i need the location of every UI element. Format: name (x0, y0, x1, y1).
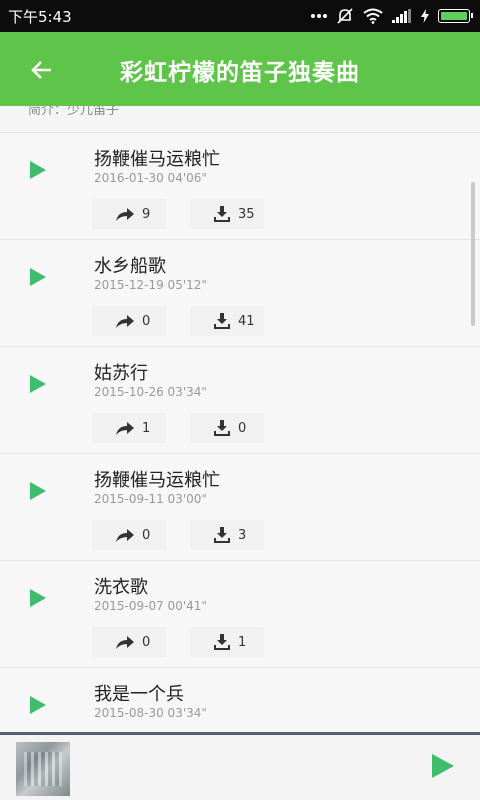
play-icon[interactable] (30, 268, 46, 286)
track-date: 2015-12-19 05'12" (94, 278, 207, 292)
play-icon[interactable] (30, 161, 46, 179)
track-title: 扬鞭催马运粮忙 (94, 470, 220, 491)
download-button[interactable]: 3 (190, 520, 264, 550)
share-count: 0 (142, 527, 151, 543)
track-date: 2015-09-11 03'00" (94, 492, 207, 506)
track-title: 扬鞭催马运粮忙 (94, 149, 220, 170)
battery-icon (438, 9, 473, 23)
track-row[interactable]: 水乡船歌 2015-12-19 05'12" 0 41 (0, 240, 480, 347)
track-title: 姑苏行 (94, 363, 148, 384)
status-bar: 下午5:43 (0, 0, 480, 32)
download-count: 41 (238, 313, 255, 329)
track-date: 2016-01-30 04'06" (94, 171, 207, 185)
download-icon (214, 206, 230, 222)
track-date: 2015-10-26 03'34" (94, 385, 207, 399)
play-icon[interactable] (30, 482, 46, 500)
track-row[interactable]: 扬鞭催马运粮忙 2016-01-30 04'06" 9 35 (0, 133, 480, 240)
share-count: 9 (142, 206, 151, 222)
track-row[interactable]: 姑苏行 2015-10-26 03'34" 1 0 (0, 347, 480, 454)
play-icon[interactable] (30, 375, 46, 393)
album-thumbnail[interactable] (16, 742, 70, 796)
download-button[interactable]: 35 (190, 199, 264, 229)
download-icon (214, 527, 230, 543)
charging-icon (421, 9, 429, 23)
share-button[interactable]: 0 (92, 306, 166, 336)
download-count: 3 (238, 527, 247, 543)
track-title: 水乡船歌 (94, 256, 166, 277)
track-title: 我是一个兵 (94, 684, 184, 705)
track-list[interactable]: 扬鞭催马运粮忙 2016-01-30 04'06" 9 35 水乡船歌 2015… (0, 133, 480, 775)
share-count: 0 (142, 634, 151, 650)
share-icon (116, 315, 134, 328)
app-bar: 彩虹柠檬的笛子独奏曲 (0, 32, 480, 106)
status-time: 下午5:43 (8, 8, 72, 26)
track-row[interactable]: 扬鞭催马运粮忙 2015-09-11 03'00" 0 3 (0, 454, 480, 561)
download-icon (214, 634, 230, 650)
intro-strip: 简介：少儿笛子 (0, 106, 480, 133)
download-button[interactable]: 0 (190, 413, 264, 443)
status-icons (311, 6, 473, 26)
track-date: 2015-08-30 03'34" (94, 706, 207, 720)
share-count: 1 (142, 420, 151, 436)
download-icon (214, 420, 230, 436)
share-icon (116, 529, 134, 542)
share-button[interactable]: 0 (92, 520, 166, 550)
signal-icon (392, 9, 411, 23)
share-button[interactable]: 9 (92, 199, 166, 229)
share-icon (116, 636, 134, 649)
share-button[interactable]: 1 (92, 413, 166, 443)
scrollbar[interactable] (471, 182, 475, 326)
download-button[interactable]: 41 (190, 306, 264, 336)
share-button[interactable]: 0 (92, 627, 166, 657)
more-dots-icon (311, 14, 327, 18)
download-count: 35 (238, 206, 255, 222)
download-count: 0 (238, 420, 247, 436)
player-play-icon[interactable] (432, 754, 454, 778)
download-count: 1 (238, 634, 247, 650)
play-icon[interactable] (30, 696, 46, 714)
download-button[interactable]: 1 (190, 627, 264, 657)
mute-icon (337, 8, 353, 24)
track-date: 2015-09-07 00'41" (94, 599, 207, 613)
play-icon[interactable] (30, 589, 46, 607)
share-count: 0 (142, 313, 151, 329)
share-icon (116, 422, 134, 435)
track-title: 洗衣歌 (94, 577, 148, 598)
wifi-icon (363, 8, 383, 24)
share-icon (116, 208, 134, 221)
track-row[interactable]: 洗衣歌 2015-09-07 00'41" 0 1 (0, 561, 480, 668)
page-title: 彩虹柠檬的笛子独奏曲 (120, 60, 360, 86)
intro-text: 简介：少儿笛子 (28, 106, 120, 118)
mini-player[interactable] (0, 732, 480, 800)
download-icon (214, 313, 230, 329)
